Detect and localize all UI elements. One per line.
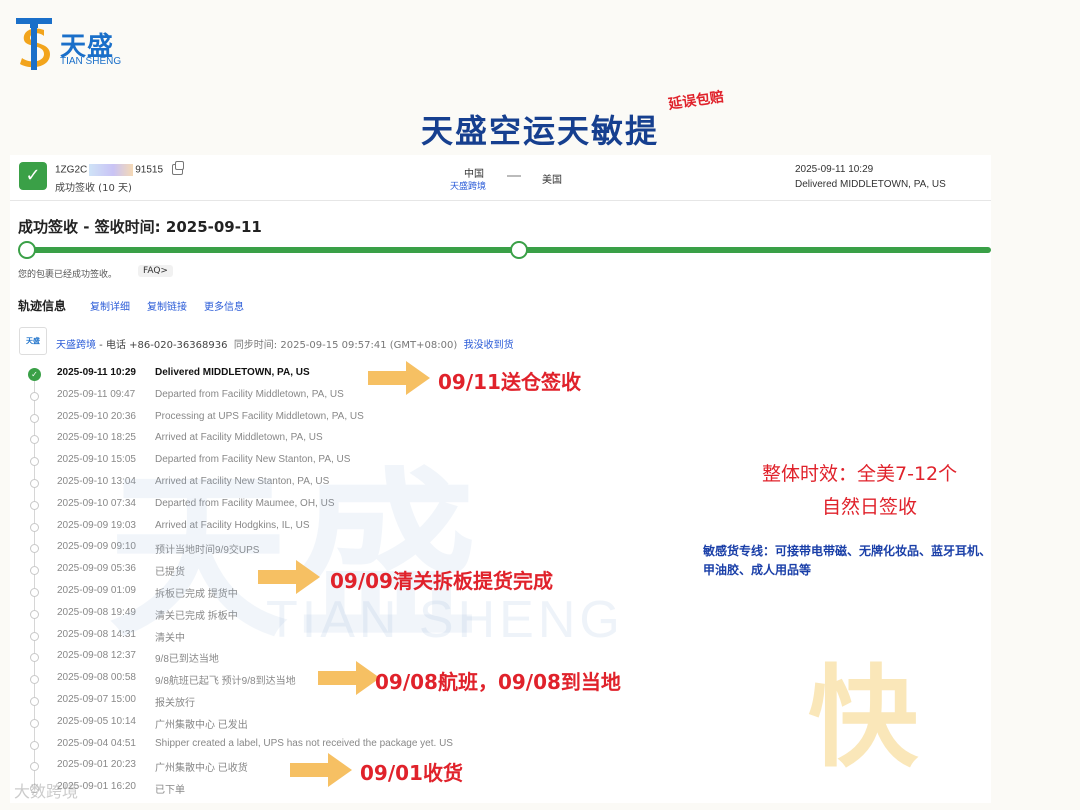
progress-mid-dot [510, 241, 528, 259]
event-time: 2025-09-05 10:14 [57, 715, 136, 727]
delivered-note: 您的包裹已经成功签收。 [18, 270, 118, 280]
arrow-icon [290, 753, 352, 787]
event-desc: 9/8航班已起飞 预计9/8到达当地 [155, 676, 296, 688]
destination-country: 美国 [542, 175, 562, 186]
tracking-number[interactable]: 1ZG2C 91515 [55, 164, 163, 176]
annotation-cleared: 09/09清关拆板提货完成 [330, 569, 553, 593]
watermark-corner: 大数跨境 [14, 782, 79, 801]
watermark-kuai: 快 [808, 654, 918, 782]
event-time: 2025-09-08 00:58 [57, 672, 136, 684]
sensitive-note-line1: 敏感货专线：可接带电带磁、无牌化妆品、蓝牙耳机、 [703, 544, 992, 558]
brand-sub: TIAN SHENG [60, 56, 122, 67]
timeline-dot [30, 588, 39, 597]
timing-note-line2: 自然日签收 [822, 496, 918, 518]
event-time: 2025-09-11 09:47 [57, 388, 136, 400]
latest-event-time: 2025-09-11 10:29 [795, 164, 874, 175]
timeline-dot [30, 631, 39, 641]
event-desc: 已下单 [155, 785, 185, 797]
arrow-icon [258, 560, 320, 594]
event-desc: 广州集散中心 已发出 [155, 719, 248, 731]
tracking-prefix: 1ZG2C [55, 164, 88, 176]
route-arrow-icon [507, 175, 521, 177]
brand-logo: 天盛 TIAN SHENG [14, 12, 134, 72]
timeline-dot [30, 500, 39, 510]
copy-detail-link[interactable]: 复制详细 [90, 298, 130, 313]
timeline-dot [30, 718, 39, 728]
timeline-dot [30, 740, 39, 750]
event-time: 2025-09-01 20:23 [57, 759, 136, 771]
event-time: 2025-09-04 04:51 [57, 737, 136, 749]
origin-carrier[interactable]: 天盛跨境 [450, 179, 486, 192]
origin-country: 中国 [464, 169, 484, 180]
page-title: 天盛空运天敏提 [420, 112, 659, 150]
annotation-received: 09/01收货 [360, 761, 463, 785]
latest-event-desc: Delivered MIDDLETOWN, PA, US [795, 179, 946, 190]
timeline-dot [30, 675, 39, 685]
progress-start-dot [18, 241, 36, 259]
timeline-dot [30, 653, 39, 663]
annotation-flight: 09/08航班，09/08到当地 [375, 670, 621, 694]
carrier-name[interactable]: 天盛跨境 [56, 340, 96, 351]
event-desc: Shipper created a label, UPS has not rec… [155, 737, 453, 749]
timeline-dot [30, 479, 39, 488]
timeline-dot [30, 457, 39, 467]
redaction-mask [89, 164, 134, 176]
event-desc: Departed from Facility Middletown, PA, U… [155, 388, 344, 400]
arrow-icon [368, 361, 430, 395]
watermark-sub: TIAN SHENG [266, 591, 624, 649]
timeline-dot [30, 566, 39, 576]
timeline-dot [30, 435, 39, 445]
timing-note-line1: 整体时效：全美7-12个 [762, 463, 958, 485]
event-time: 2025-09-07 15:00 [57, 694, 136, 705]
timeline-dot [30, 413, 39, 423]
not-received-link[interactable]: 我没收到货 [464, 340, 514, 351]
timeline-dot [30, 544, 39, 554]
sensitive-note-line2: 甲油胶、成人用品等 [703, 563, 812, 577]
event-desc: 报关放行 [155, 698, 195, 709]
tracking-suffix: 91515 [135, 164, 164, 176]
carrier-info: 天盛跨境 - 电话 +86-020-36368936 同步时间: 2025-09… [56, 336, 514, 351]
tracking-section-title: 轨迹信息 [18, 299, 67, 313]
progress-bar [20, 247, 991, 253]
arrow-icon [318, 661, 380, 695]
timeline-dot [30, 697, 39, 706]
carrier-phone: - 电话 +86-020-36368936 [96, 340, 228, 351]
event-desc: 广州集散中心 已收货 [155, 763, 248, 775]
timeline-dot [30, 609, 39, 619]
copy-link-link[interactable]: 复制链接 [147, 298, 187, 313]
more-info-link[interactable]: 更多信息 [204, 298, 244, 313]
event-desc: Delivered MIDDLETOWN, PA, US [155, 367, 310, 378]
timeline-event: 2025-09-05 10:14 广州集散中心 已发出 [10, 713, 610, 734]
timeline-dot [30, 762, 39, 772]
faq-link[interactable]: FAQ> [138, 265, 173, 277]
shipment-summary: ✓ 1ZG2C 91515 成功签收 (10 天) 中国 天盛跨境 美国 2025… [10, 155, 991, 201]
logo-icon [16, 18, 52, 70]
carrier-logo-icon: 天盛 [19, 327, 47, 355]
annotation-delivered: 09/11送仓签收 [438, 370, 581, 394]
timeline-dot [30, 522, 39, 532]
timeline-dot [30, 391, 39, 401]
check-icon: ✓ [19, 162, 47, 190]
copy-icon[interactable] [172, 161, 184, 175]
check-icon: ✓ [28, 368, 41, 381]
delivery-status: 成功签收 (10 天) [55, 183, 132, 194]
event-time: 2025-09-11 10:29 [57, 367, 136, 378]
signed-heading: 成功签收 - 签收时间: 2025-09-11 [18, 218, 262, 236]
sync-time: 同步时间: 2025-09-15 09:57:41 (GMT+08:00) [233, 340, 458, 351]
